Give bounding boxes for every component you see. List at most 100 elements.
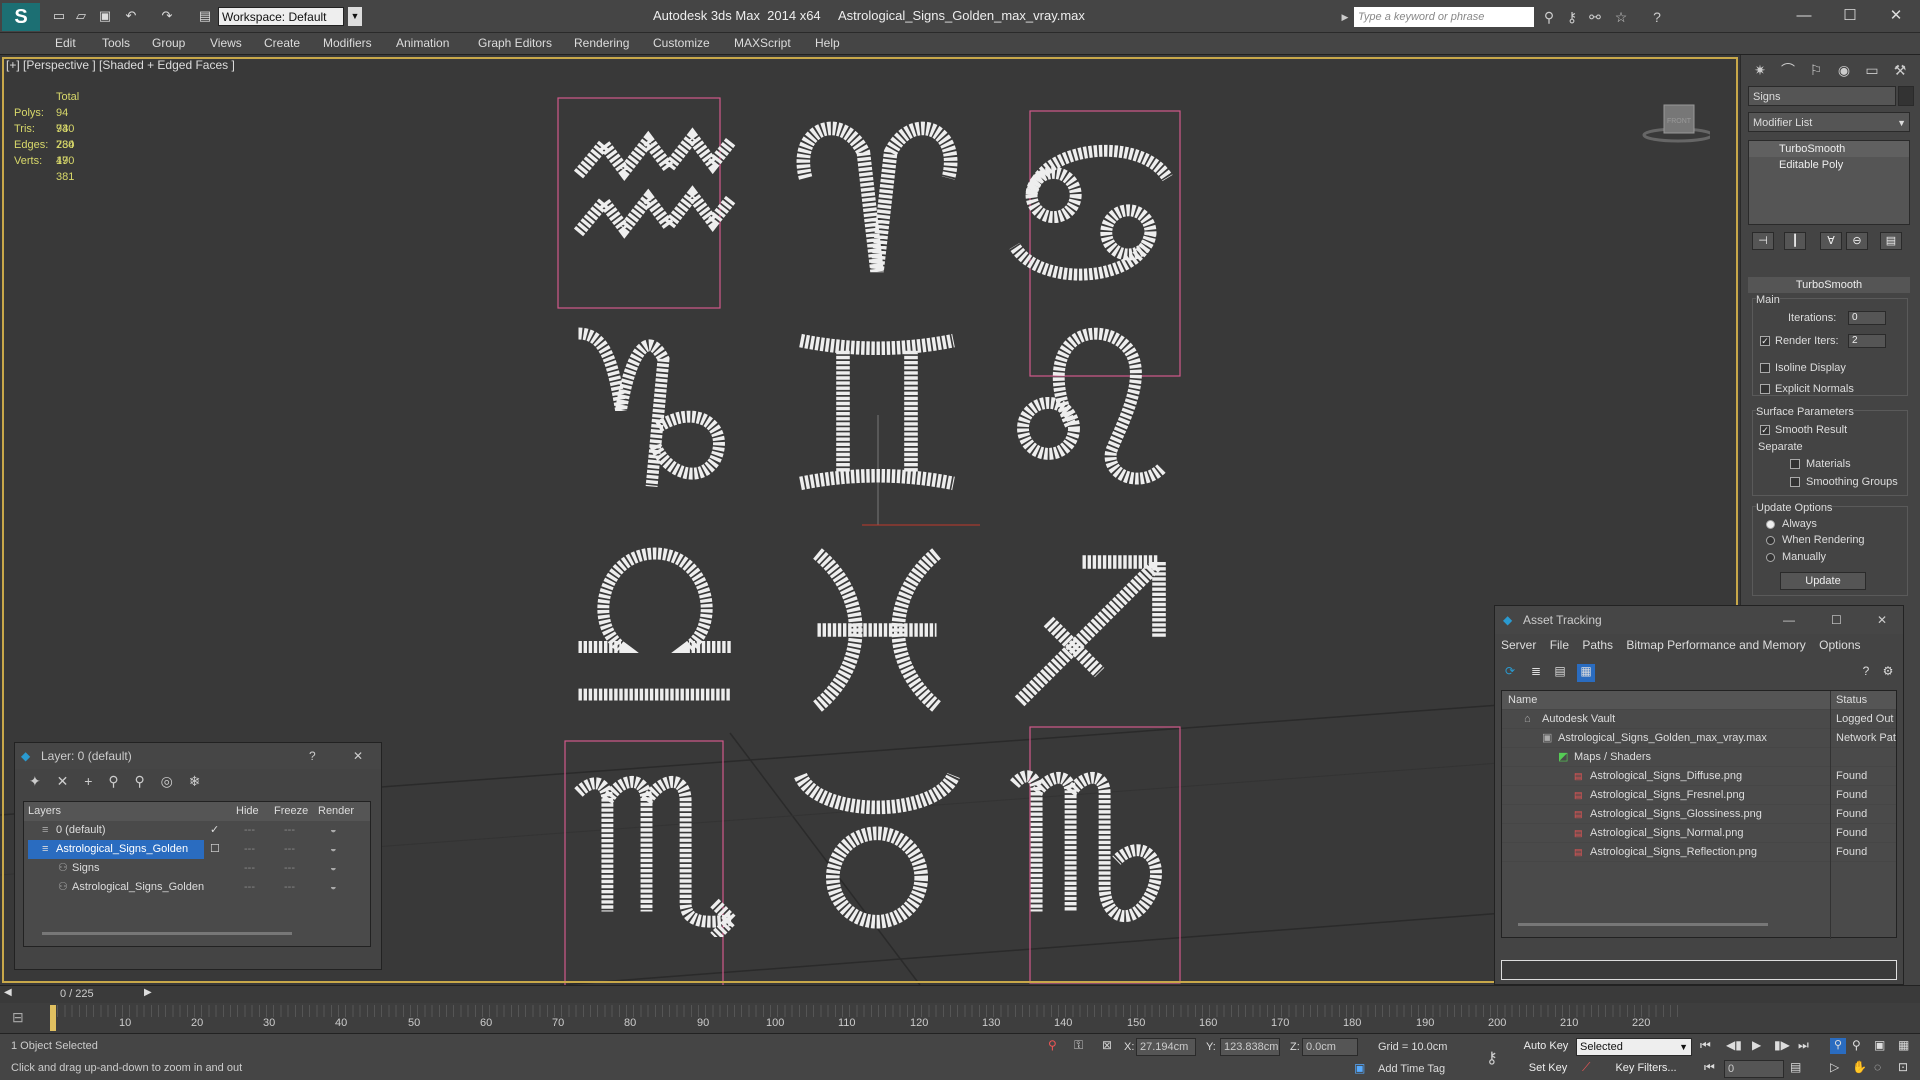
iterations-spinner[interactable]: 0 [1848,311,1886,325]
zoom-extents-all-icon[interactable]: ▦ [1898,1038,1909,1052]
menu-customize[interactable]: Customize [653,36,710,50]
layer-row[interactable]: ⚇ Signs --- --- ◒ [24,859,370,878]
viewcube[interactable]: FRONT [1640,95,1714,145]
table-row[interactable]: ▤ Astrological_Signs_Normal.png Found [1502,824,1896,843]
modifier-stack[interactable]: TurboSmooth Editable Poly [1748,140,1910,225]
sagittarius-icon[interactable] [1006,545,1176,715]
absolute-mode-icon[interactable]: ⊠ [1102,1038,1112,1052]
minimize-button[interactable]: — [1784,4,1824,28]
close-button[interactable]: ✕ [353,743,363,769]
pin-stack-icon[interactable]: ⊣ [1752,232,1774,250]
y-coordinate-field[interactable]: 123.838cm [1220,1038,1280,1056]
render-teapot-icon[interactable]: ◒ [330,878,337,897]
pan-view-icon[interactable]: ✋ [1852,1060,1867,1074]
delete-layer-icon[interactable]: ✕ [57,773,69,789]
save-icon[interactable]: ▣ [96,8,114,24]
scorpio-icon[interactable] [570,767,740,942]
menu-server[interactable]: Server [1501,638,1536,652]
chevron-left-icon[interactable]: ◀ [4,987,12,998]
update-button[interactable]: Update [1780,572,1866,590]
x-coordinate-field[interactable]: 27.194cm [1136,1038,1196,1056]
hierarchy-tab-icon[interactable]: ⚐ [1803,58,1829,82]
horizontal-scrollbar[interactable] [42,932,292,935]
menu-graph-editors[interactable]: Graph Editors [478,36,552,50]
key-icon[interactable]: ⚷ [1486,1048,1498,1068]
add-time-tag-button[interactable]: Add Time Tag [1378,1063,1445,1075]
stack-item-turbosmooth[interactable]: TurboSmooth [1749,141,1909,157]
selection-lock-icon[interactable]: ⚲ [1048,1038,1057,1052]
smoothing-groups-checkbox[interactable] [1790,477,1800,487]
play-icon[interactable]: ▶ [1752,1038,1761,1052]
current-frame-field[interactable]: 0 [1724,1060,1784,1078]
time-configuration-icon[interactable]: ▤ [1790,1060,1801,1074]
go-to-end-icon[interactable]: ⏭ [1798,1038,1809,1053]
z-coordinate-field[interactable]: 0.0cm [1302,1038,1358,1056]
search-input[interactable]: Type a keyword or phrase [1354,7,1534,27]
libra-icon[interactable] [570,545,740,715]
orbit-icon[interactable]: ◌ [1874,1060,1881,1074]
key-filters-button[interactable]: Key Filters... [1604,1060,1688,1078]
key-mode-toggle-icon[interactable]: ⏮ [1704,1060,1715,1075]
project-folder-icon[interactable]: ▤ [196,8,214,24]
aquarius-icon[interactable] [570,110,740,280]
taurus-icon[interactable] [792,767,962,937]
object-color-swatch[interactable] [1898,86,1914,106]
table-row[interactable]: ▣ Astrological_Signs_Golden_max_vray.max N… [1502,729,1896,748]
chevron-down-icon[interactable]: ▼ [348,7,362,26]
create-layer-icon[interactable]: ✦ [29,773,41,789]
key-icon[interactable]: ⚷ [1563,8,1581,26]
menu-modifiers[interactable]: Modifiers [323,36,372,50]
table-row[interactable]: ▤ Astrological_Signs_Diffuse.png Found [1502,767,1896,786]
render-teapot-icon[interactable]: ◒ [330,821,337,840]
show-end-result-icon[interactable]: ┃ [1784,232,1806,250]
create-tab-icon[interactable]: ✷ [1747,58,1773,82]
maximize-button[interactable]: ☐ [1830,4,1870,28]
always-radio[interactable] [1766,520,1775,529]
table-row[interactable]: ⌂ Autodesk Vault Logged Out [1502,710,1896,729]
open-icon[interactable]: ▱ [72,8,90,24]
select-objects-icon[interactable]: ⚲ [108,773,118,789]
help-icon[interactable]: ? [1648,8,1666,26]
table-row[interactable]: ▤ Astrological_Signs_Fresnel.png Found [1502,786,1896,805]
menu-help[interactable]: Help [815,36,840,50]
remove-modifier-icon[interactable]: ⊖ [1846,232,1868,250]
curve-editor-icon[interactable]: ⊟ [12,1009,24,1026]
new-icon[interactable]: ▭ [50,8,68,24]
minimize-button[interactable]: — [1783,606,1795,634]
maximize-button[interactable]: ☐ [1831,606,1842,634]
hide-all-layers-icon[interactable]: ◎ [161,773,173,789]
motion-tab-icon[interactable]: ◉ [1831,58,1857,82]
key-mode-dropdown[interactable]: Selected ▼ [1576,1038,1692,1056]
undo-icon[interactable]: ↶ [122,8,140,24]
close-button[interactable]: ✕ [1876,4,1916,28]
gemini-icon[interactable] [792,327,962,497]
track-bar[interactable]: ⊟ 10 20 30 40 50 60 70 80 90 100 110 120… [0,1003,1920,1033]
menu-paths[interactable]: Paths [1582,638,1613,652]
binoculars-icon[interactable]: ⚲ [1540,8,1558,26]
redo-icon[interactable]: ↷ [158,8,176,24]
leo-icon[interactable] [1006,323,1176,493]
layer-row[interactable]: ≡ Astrological_Signs_Golden ☐ --- --- ◒ [24,840,370,859]
menu-edit[interactable]: Edit [55,36,76,50]
manually-radio[interactable] [1766,553,1775,562]
aries-icon[interactable] [792,110,962,280]
pisces-icon[interactable] [792,545,962,715]
list-view-icon[interactable]: ≣ [1527,664,1545,682]
lock-icon[interactable]: ⚿ [1074,1038,1083,1053]
explicit-normals-checkbox[interactable] [1760,384,1770,394]
favorites-icon[interactable]: ☆ [1612,8,1630,26]
modify-tab-icon[interactable]: ⌒ [1775,58,1801,82]
utilities-tab-icon[interactable]: ⚒ [1887,58,1913,82]
time-slider[interactable]: ◀ 0 / 225 ▶ [0,985,1920,1003]
time-tag-icon[interactable]: ▣ [1354,1061,1365,1075]
field-of-view-icon[interactable]: ▷ [1830,1060,1839,1074]
render-iters-spinner[interactable]: 2 [1848,334,1886,348]
menu-maxscript[interactable]: MAXScript [734,36,791,50]
when-rendering-radio[interactable] [1766,536,1775,545]
close-button[interactable]: ✕ [1877,606,1887,634]
menu-bitmap-performance[interactable]: Bitmap Performance and Memory [1626,638,1805,652]
make-unique-icon[interactable]: ∀ [1820,232,1842,250]
zoom-icon[interactable]: ⚲ [1830,1038,1846,1054]
materials-checkbox[interactable] [1790,459,1800,469]
go-to-start-icon[interactable]: ⏮ [1700,1038,1711,1053]
